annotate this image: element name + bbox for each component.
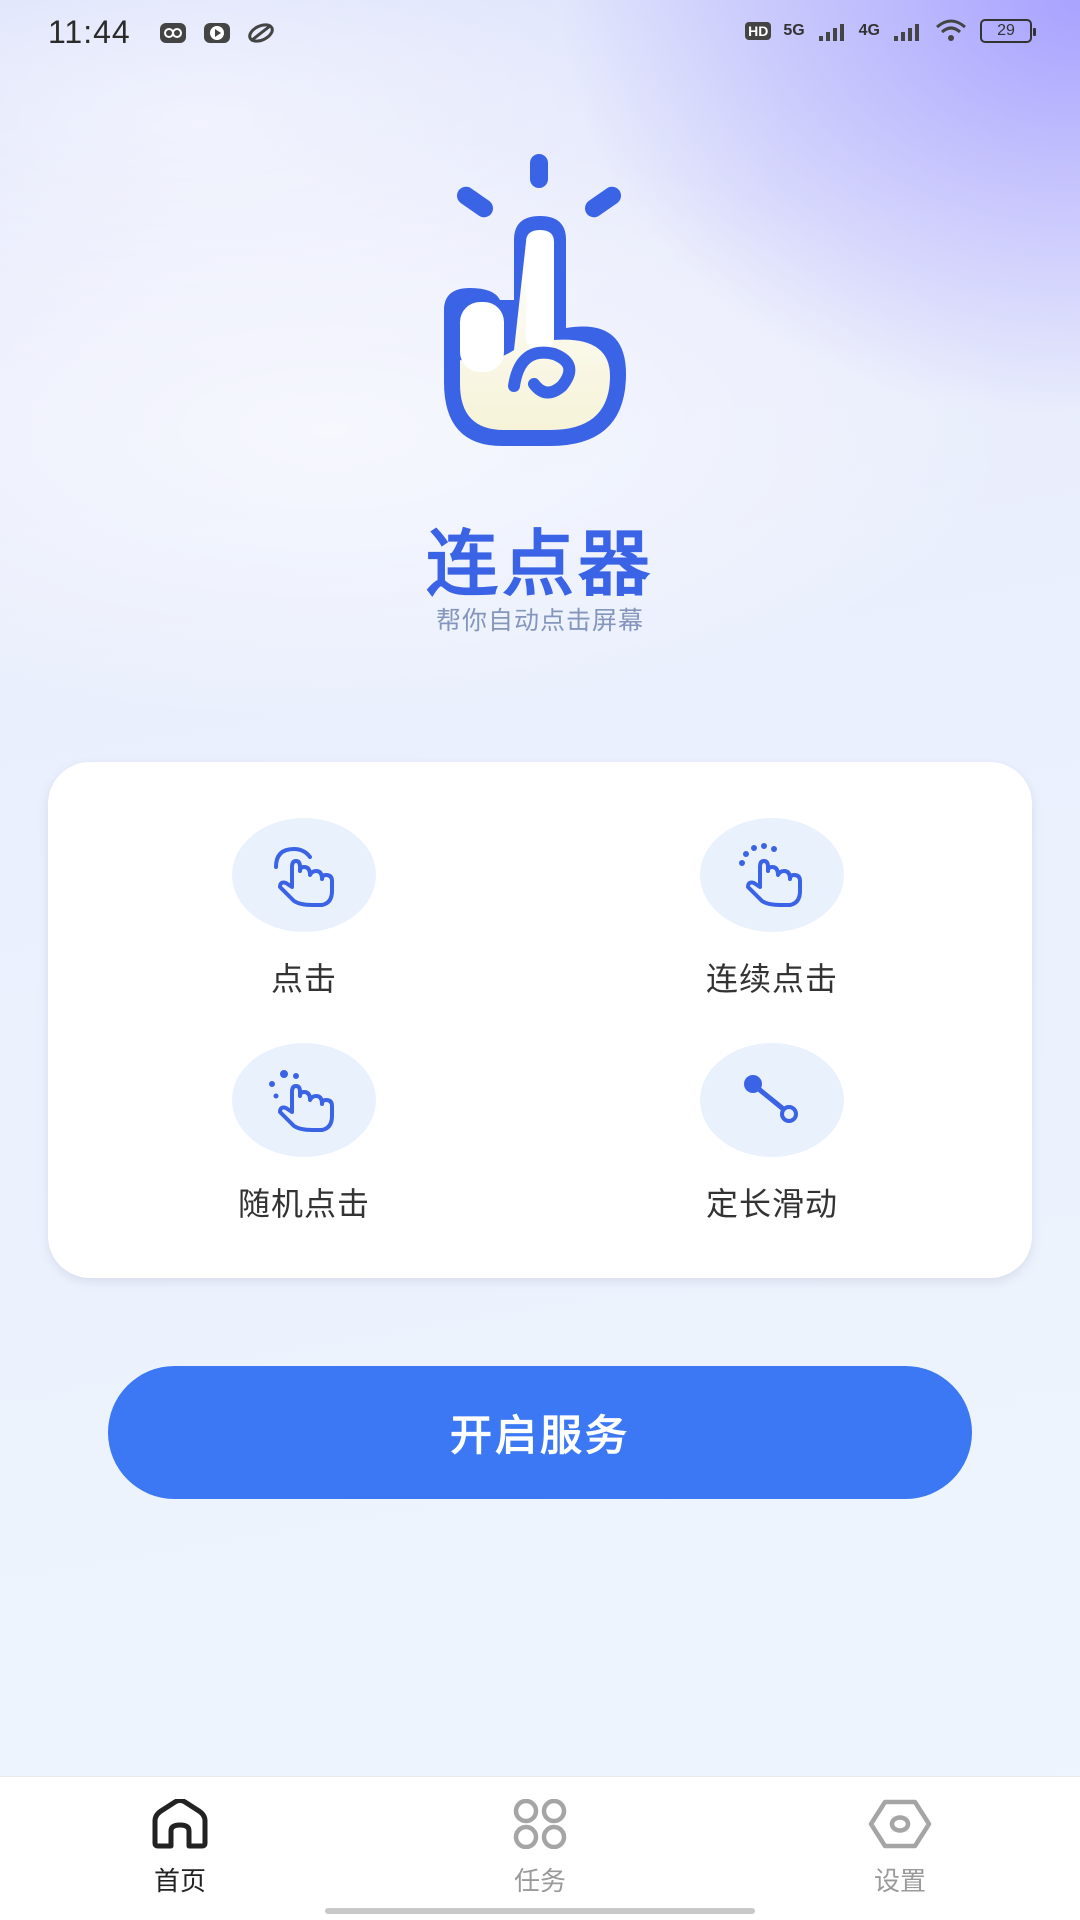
feature-swipe-label: 定长滑动 [705,1185,838,1223]
feature-random-tap[interactable]: 随机点击 [154,1043,454,1225]
battery-level: 29 [997,22,1015,39]
nav-item-home[interactable]: 首页 [100,1799,260,1898]
random-tap-hand-icon [269,1070,334,1132]
feature-continuous-tap-circle [700,818,844,932]
wifi-icon [936,19,966,41]
grid-icon [513,1799,567,1849]
feature-tap-label: 点击 [270,960,337,998]
feature-tap[interactable]: 点击 [154,818,454,1000]
hd-indicator: HD [745,22,772,40]
multi-tap-hand-icon [739,843,802,907]
feature-continuous-tap[interactable]: 连续点击 [622,818,922,1000]
app-title: 连点器 [425,522,654,606]
battery-icon: 29 [980,19,1036,43]
app-logo-icon [444,154,626,446]
start-service-button[interactable]: 开启服务 [108,1366,972,1499]
app-subtitle: 帮你自动点击屏幕 [435,606,644,635]
feature-random-tap-label: 随机点击 [237,1185,370,1223]
status-bar: 11:44 HD 5G 4G 29 [0,0,1080,70]
nav-item-settings[interactable]: 设置 [820,1799,980,1898]
status-system-icons: HD 5G 4G 29 [745,18,1036,44]
feature-continuous-tap-label: 连续点击 [705,960,838,998]
feature-swipe-circle [700,1043,844,1157]
media-icon [160,23,186,43]
video-icon [204,23,230,43]
signal-4g-label: 4G [858,22,880,39]
nav-item-tasks[interactable]: 任务 [460,1799,620,1898]
status-time: 11:44 [48,14,131,50]
bottom-nav: 首页 任务 设置 [0,1776,1080,1920]
tap-hand-icon [274,846,334,907]
nav-label-home: 首页 [153,1867,206,1897]
signal-5g-label: 5G [783,22,805,39]
signal-4g-icon [894,24,919,41]
feature-card: 点击 连续点击 随机点击 定长滑动 [48,762,1032,1278]
status-notification-icons [158,20,276,46]
nav-label-settings: 设置 [873,1867,926,1897]
feature-swipe[interactable]: 定长滑动 [622,1043,922,1225]
feature-random-tap-circle [232,1043,376,1157]
signal-5g-icon [818,24,844,41]
nav-label-tasks: 任务 [513,1867,566,1897]
home-indicator[interactable] [325,1908,755,1914]
feature-tap-circle [232,818,376,932]
settings-icon [868,1799,932,1849]
link-icon [248,23,274,43]
home-icon [152,1799,208,1849]
swipe-line-icon [744,1075,798,1123]
